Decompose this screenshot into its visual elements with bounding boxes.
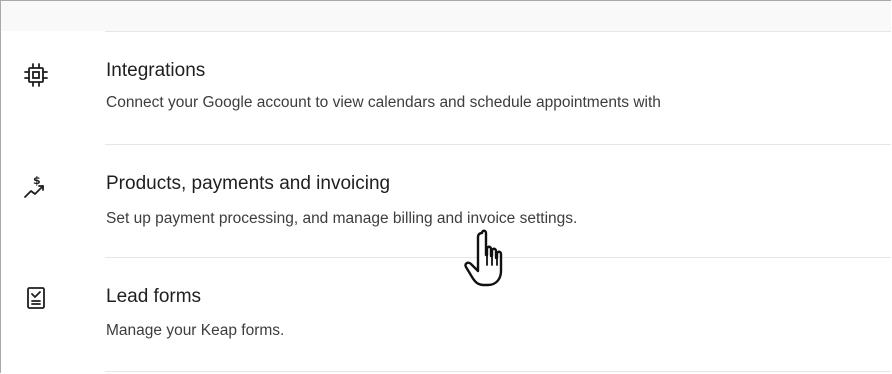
checklist-form-icon — [23, 285, 49, 311]
settings-item-title: Products, payments and invoicing — [106, 173, 391, 194]
top-strip — [1, 1, 891, 31]
settings-item-products-payments-invoicing[interactable]: $ Products, payments and invoicing Set u… — [1, 145, 891, 257]
divider — [105, 371, 891, 372]
dollar-trend-icon: $ — [23, 173, 49, 199]
svg-text:$: $ — [33, 174, 41, 187]
chip-icon — [23, 62, 49, 88]
settings-item-integrations[interactable]: Integrations Connect your Google account… — [1, 32, 891, 144]
settings-item-lead-forms[interactable]: Lead forms Manage your Keap forms. — [1, 258, 891, 370]
hand-pointer-cursor-icon — [464, 229, 503, 287]
settings-item-description: Manage your Keap forms. — [106, 322, 285, 339]
settings-item-description: Connect your Google account to view cale… — [106, 94, 661, 111]
settings-item-title: Lead forms — [106, 286, 202, 307]
settings-item-title: Integrations — [106, 60, 206, 81]
settings-item-description: Set up payment processing, and manage bi… — [106, 210, 578, 227]
settings-panel: Integrations Connect your Google account… — [0, 0, 891, 373]
